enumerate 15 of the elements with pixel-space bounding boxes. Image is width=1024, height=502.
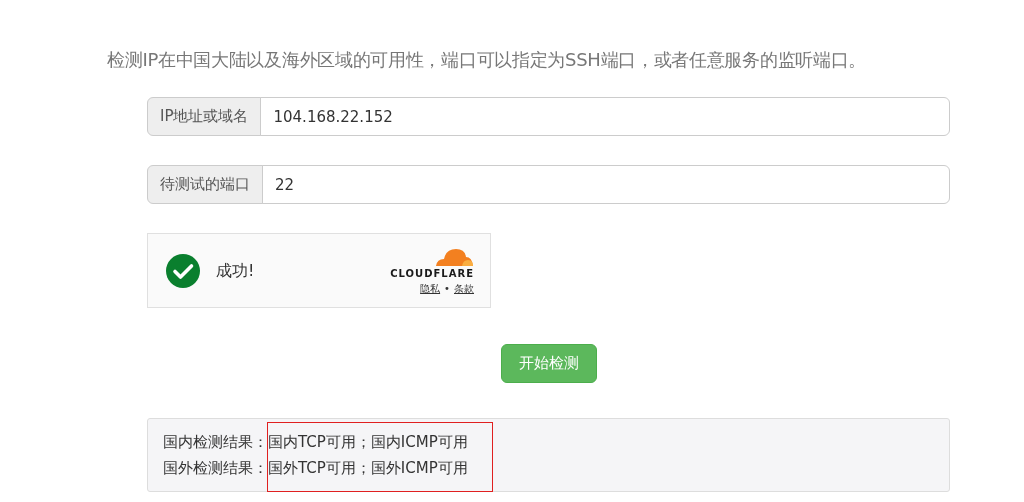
- brand-text: CLOUDFLARE: [390, 266, 474, 281]
- result-label: 国内检测结果：: [163, 431, 268, 453]
- result-value: 国内TCP可用；国内ICMP可用: [268, 431, 468, 453]
- footer-link[interactable]: 条款: [454, 280, 474, 296]
- status-text: 成功!: [216, 259, 255, 282]
- input-field[interactable]: 22: [262, 165, 950, 204]
- result-value: 国外TCP可用；国外ICMP可用: [268, 457, 468, 479]
- separator-text: •: [444, 281, 450, 296]
- description-text: 检测IP在中国大陆以及海外区域的可用性，端口可以指定为SSH端口，或者任意服务的监听端口。: [106, 48, 868, 72]
- footer-link[interactable]: 隐私: [420, 280, 441, 296]
- input-field[interactable]: 104.168.22.152: [260, 97, 950, 136]
- field-label: IP地址或域名: [147, 97, 262, 136]
- field-label: 待测试的端口: [147, 165, 263, 204]
- result-label: 国外检测结果：: [163, 457, 268, 479]
- success-check-icon[interactable]: [166, 253, 200, 288]
